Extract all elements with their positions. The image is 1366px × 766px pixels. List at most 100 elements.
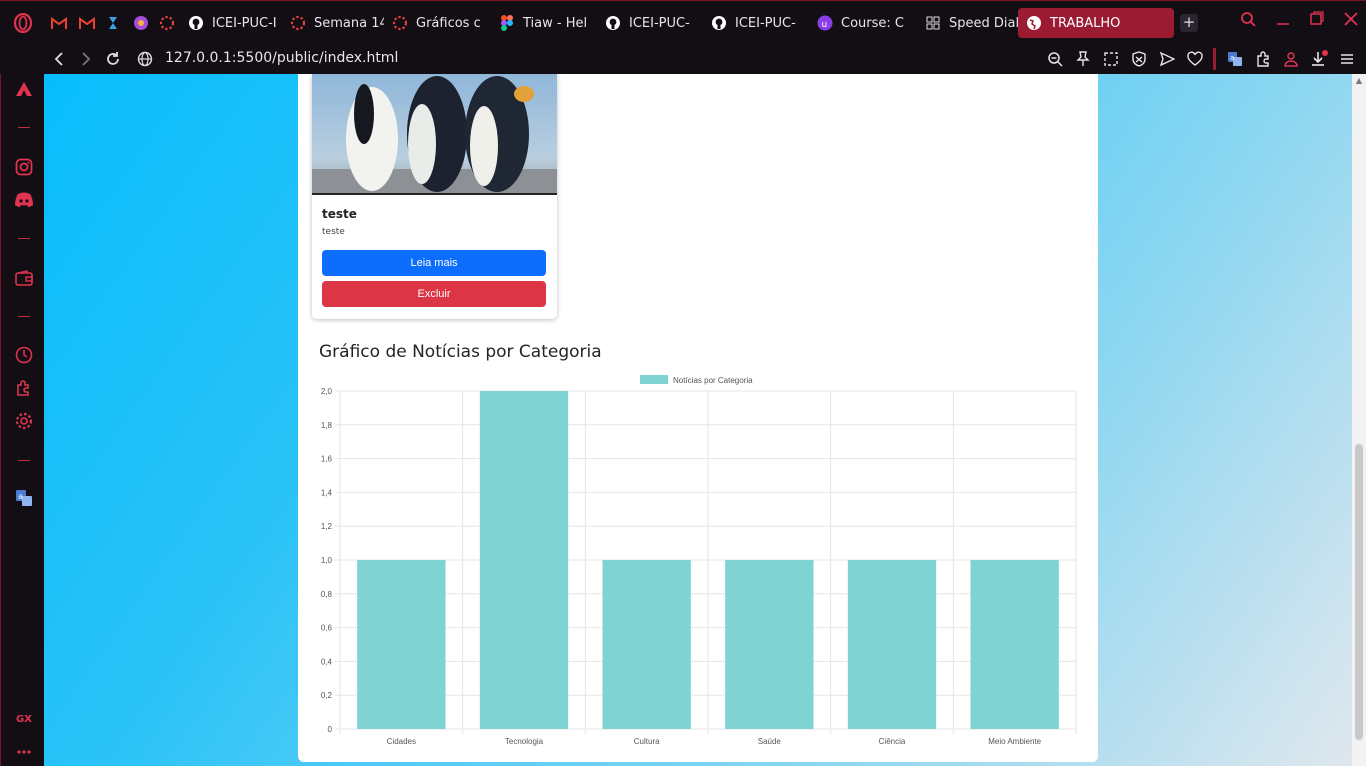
legend-label: Notícias por Categoria [673,376,753,385]
wallet-icon[interactable] [13,267,35,289]
sidebar-separator [18,460,30,461]
back-button[interactable] [48,48,70,70]
browser-tab[interactable]: ICEI-PUC- [597,8,703,38]
scroll-up-icon[interactable]: ▲ [1355,77,1363,85]
adblock-icon[interactable] [1129,48,1148,70]
more-icon[interactable] [13,741,35,763]
svg-text:a: a [18,492,23,501]
zoom-out-icon[interactable] [1045,48,1064,70]
tab-label: Gráficos c [416,15,481,31]
page-viewport: teste teste Leia mais Excluir Gráfico de… [44,74,1352,766]
sidebar: a GX [0,74,44,766]
browser-tab-active[interactable]: TRABALHO [1018,8,1174,38]
downloads-icon[interactable] [1309,48,1328,70]
extensions-icon[interactable] [1253,48,1272,70]
pin-icon[interactable] [1073,48,1092,70]
globe-icon [1026,15,1042,31]
read-more-button[interactable]: Leia mais [322,250,546,276]
opera-logo-icon[interactable] [12,12,34,34]
y-tick-label: 1,6 [321,455,333,464]
canvas-icon [392,15,408,31]
github-icon [605,15,621,31]
gx-control-label[interactable]: GX [13,708,35,730]
x-tick-label: Cidades [387,737,416,746]
close-window-icon[interactable] [1344,11,1358,31]
new-tab-button[interactable]: + [1180,14,1198,32]
page-scrollbar[interactable]: ▲ [1352,74,1366,766]
browser-tab[interactable] [126,8,152,38]
chart-bar [725,560,814,729]
browser-tab[interactable]: Semana 14 [282,8,384,38]
copilot-icon [133,15,149,31]
github-icon [188,15,204,31]
browser-tab[interactable]: Tiaw - Hel [491,8,597,38]
x-tick-label: Tecnologia [505,737,544,746]
y-tick-label: 0,4 [321,657,333,666]
gmail-icon [51,15,67,31]
tab-bar: ICEI-PUC-I Semana 14 Gráficos c Tiaw - Hel I… [0,0,1366,44]
udemy-icon: u [817,15,833,31]
x-tick-label: Meio Ambiente [988,737,1041,746]
delete-button[interactable]: Excluir [322,281,546,307]
chart-bar [479,391,569,729]
bar-chart: 0 0,2 0,4 0,6 0,8 1,0 1,2 1,4 1,6 1,8 2,0 Cidades Te… [321,375,1077,746]
x-tick-label: Ciência [879,737,906,746]
translate-extension-icon[interactable]: a [1225,48,1244,70]
tab-label: Tiaw - Hel [523,15,588,31]
grid-icon [925,15,941,31]
maximize-icon[interactable] [1310,11,1324,31]
sidebar-separator [18,238,30,239]
reload-button[interactable] [102,48,124,70]
instagram-icon[interactable] [13,156,35,178]
browser-tab[interactable] [152,8,180,38]
tab-label: ICEI-PUC- [735,15,796,31]
y-tick-label: 0,8 [321,590,333,599]
y-tick-label: 1,2 [321,522,333,531]
divider [1213,48,1216,70]
sidebar-separator [18,316,30,317]
canvas-icon [290,15,306,31]
browser-tab[interactable]: ICEI-PUC- [703,8,809,38]
discord-icon[interactable] [13,189,35,211]
news-card-image [312,74,557,195]
browser-tab[interactable] [44,8,72,38]
history-icon[interactable] [13,344,35,366]
heart-icon[interactable] [1185,48,1204,70]
tab-label: Course: C [841,15,904,31]
browser-tab[interactable]: Speed Dial [917,8,1018,38]
tab-label: Semana 14 [314,15,384,31]
url-field[interactable]: 127.0.0.1:5500/public/index.html [165,50,398,66]
extensions-sidebar-icon[interactable] [13,377,35,399]
chart-bar [847,560,937,729]
news-card: teste teste Leia mais Excluir [312,74,557,319]
news-card-title: teste [322,207,357,221]
tab-label: TRABALHO [1050,15,1121,31]
settings-gear-icon[interactable] [13,410,35,432]
tab-strip: ICEI-PUC-I Semana 14 Gráficos c Tiaw - Hel I… [44,8,1198,38]
profile-icon[interactable] [1281,48,1300,70]
easy-setup-menu-icon[interactable] [1337,48,1356,70]
minimize-icon[interactable] [1276,11,1290,31]
browser-tab[interactable] [100,8,126,38]
power-automate-icon [107,15,123,31]
site-info-icon[interactable] [134,48,156,70]
aria-ai-icon[interactable] [13,78,35,100]
svg-text:a: a [1230,54,1234,62]
snapshot-icon[interactable] [1101,48,1120,70]
y-tick-label: 2,0 [321,387,333,396]
browser-tab[interactable]: ICEI-PUC-I [180,8,282,38]
scrollbar-thumb[interactable] [1355,444,1363,740]
browser-tab[interactable]: u Course: C [809,8,917,38]
tab-label: ICEI-PUC-I [212,15,277,31]
send-icon[interactable] [1157,48,1176,70]
search-tabs-icon[interactable] [1240,11,1256,31]
y-tick-label: 0,6 [321,624,333,633]
news-card-text: teste [322,227,345,237]
chart-heading: Gráfico de Notícias por Categoria [319,342,602,362]
browser-tab[interactable]: Gráficos c [384,8,491,38]
browser-tab[interactable] [72,8,100,38]
translate-sidebar-icon[interactable]: a [13,487,35,509]
tab-label: ICEI-PUC- [629,15,690,31]
forward-button[interactable] [75,48,97,70]
chart-bar [602,560,691,729]
